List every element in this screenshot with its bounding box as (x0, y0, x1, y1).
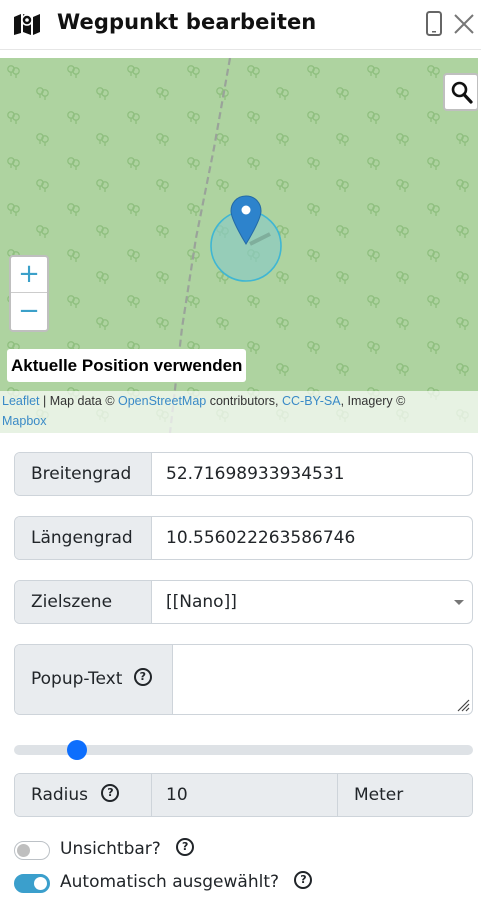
popup-text-label-cell: Popup-Text ? (15, 645, 173, 714)
popup-text-label: Popup-Text (31, 669, 123, 689)
attribution-text: contributors, (206, 394, 282, 408)
osm-link[interactable]: OpenStreetMap (118, 394, 206, 408)
zoom-in-button[interactable]: + (11, 257, 47, 293)
close-icon[interactable] (452, 12, 476, 36)
help-icon[interactable]: ? (176, 838, 195, 856)
attribution-text: , Imagery © (340, 394, 406, 408)
radius-slider-thumb[interactable] (66, 740, 87, 760)
longitude-input[interactable]: 10.556022263586746 (152, 517, 355, 559)
use-current-position-button[interactable]: Aktuelle Position verwenden (7, 349, 247, 382)
target-scene-select[interactable]: [[Nano]] (152, 581, 472, 623)
modal-header: Wegpunkt bearbeiten (0, 0, 481, 50)
target-scene-label: Zielszene (15, 581, 152, 623)
invisible-toggle[interactable] (14, 841, 50, 860)
target-scene-value: [[Nano]] (166, 592, 237, 612)
invisible-label: Unsichtbar? (60, 839, 161, 859)
auto-selected-toggle[interactable] (14, 874, 50, 893)
help-icon[interactable]: ? (101, 784, 120, 802)
page-title: Wegpunkt bearbeiten (57, 10, 317, 34)
latitude-label: Breitengrad (15, 453, 152, 495)
auto-selected-label: Automatisch ausgewählt? (60, 872, 280, 892)
toggle-knob (34, 877, 47, 890)
map-attribution: Leaflet | Map data © OpenStreetMap contr… (0, 391, 478, 433)
help-icon[interactable]: ? (294, 871, 313, 889)
resize-handle-icon[interactable] (456, 698, 470, 712)
radius-label-cell: Radius ? (15, 774, 152, 816)
longitude-label: Längengrad (15, 517, 152, 559)
longitude-group: Längengrad 10.556022263586746 (14, 516, 473, 560)
search-icon (451, 81, 473, 104)
license-link[interactable]: CC-BY-SA (282, 394, 341, 408)
radius-group: Radius ? 10 Meter (14, 773, 473, 817)
latitude-group: Breitengrad 52.71698933934531 (14, 452, 473, 496)
map-icon (14, 14, 40, 35)
zoom-out-button[interactable]: − (11, 294, 47, 330)
latitude-input[interactable]: 52.71698933934531 (152, 453, 344, 495)
mapbox-link[interactable]: Mapbox (2, 414, 46, 428)
radius-label: Radius (31, 785, 89, 805)
chevron-down-icon (454, 600, 464, 605)
auto-selected-label-row: Automatisch ausgewählt? ? (60, 871, 313, 892)
radius-input[interactable]: 10 (152, 774, 338, 816)
leaflet-link[interactable]: Leaflet (2, 394, 40, 408)
toggle-knob (17, 844, 30, 857)
invisible-label-row: Unsichtbar? ? (60, 838, 195, 859)
map-view[interactable]: + − Aktuelle Position verwenden Leaflet … (0, 58, 478, 433)
radius-unit: Meter (338, 774, 472, 816)
popup-text-group: Popup-Text ? (14, 644, 473, 715)
mobile-phone-icon[interactable] (425, 11, 445, 37)
help-icon[interactable]: ? (133, 668, 152, 686)
target-scene-group: Zielszene [[Nano]] (14, 580, 473, 624)
popup-text-textarea[interactable] (173, 645, 472, 714)
map-search-button[interactable] (443, 73, 478, 111)
zoom-control: + − (9, 255, 49, 332)
attribution-text: | Map data © (39, 394, 118, 408)
